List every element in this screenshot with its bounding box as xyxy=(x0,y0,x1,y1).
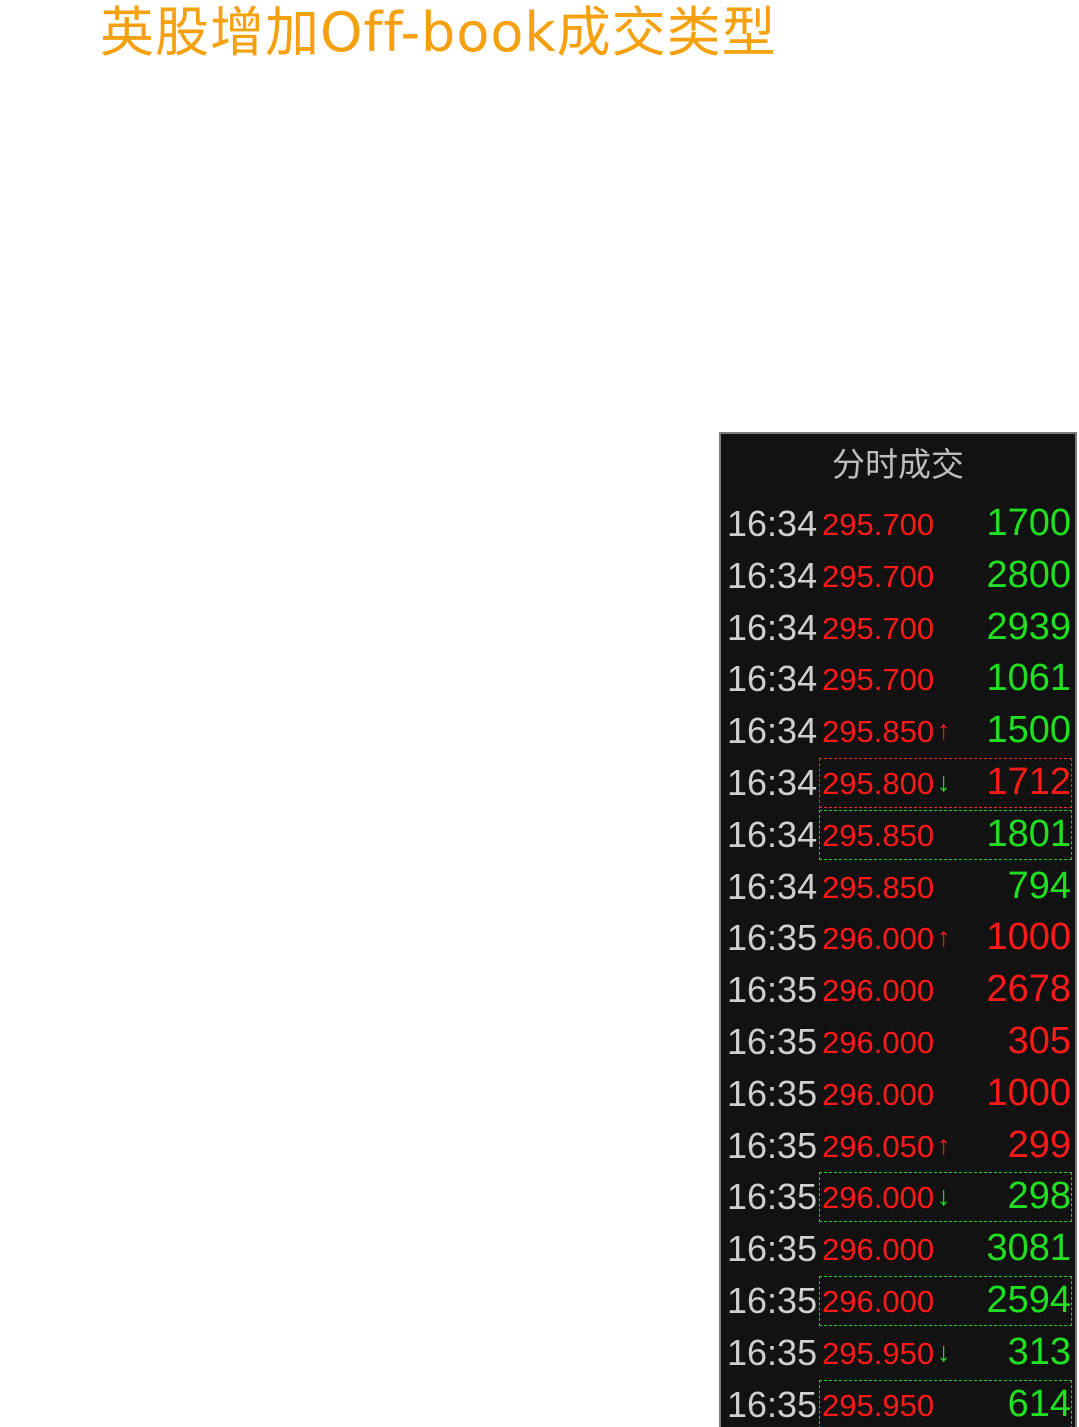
trade-volume: 1500 xyxy=(986,709,1071,752)
trade-volume: 1000 xyxy=(986,916,1071,959)
trade-price: 295.950 xyxy=(822,1387,935,1423)
trade-time: 16:34 xyxy=(727,658,818,700)
trade-time: 16:35 xyxy=(727,1072,818,1114)
trade-price: 295.850 xyxy=(822,714,935,750)
trade-price: 295.850 xyxy=(822,869,935,905)
trade-time: 16:34 xyxy=(727,710,818,752)
trade-row[interactable]: 16:35 295.950 614 xyxy=(721,1379,1075,1427)
trade-volume: 299 xyxy=(1007,1123,1071,1166)
arrow-up-icon: ↑ xyxy=(937,1129,951,1160)
trade-time: 16:35 xyxy=(727,1020,818,1062)
trade-price: 296.000 xyxy=(822,973,935,1009)
trade-volume: 3081 xyxy=(986,1227,1071,1270)
trade-volume: 1801 xyxy=(986,812,1071,855)
trade-price: 296.000 xyxy=(822,1024,935,1060)
trade-price: 296.000 xyxy=(822,1283,935,1319)
trade-time: 16:35 xyxy=(727,1228,818,1270)
trade-price: 295.800 xyxy=(822,765,935,801)
trade-row[interactable]: 16:34 295.800 ↓ 1712 xyxy=(721,757,1075,809)
trade-price: 295.950 xyxy=(822,1335,935,1371)
trade-row[interactable]: 16:35 296.000 305 xyxy=(721,1016,1075,1068)
trade-row[interactable]: 16:34 295.850 1801 xyxy=(721,809,1075,861)
trade-price: 295.700 xyxy=(822,610,935,646)
trade-volume: 1712 xyxy=(986,760,1071,803)
trade-volume: 1700 xyxy=(986,502,1071,544)
trade-volume: 2800 xyxy=(986,553,1071,596)
trade-price: 296.000 xyxy=(822,1076,935,1112)
trade-price: 296.050 xyxy=(822,1128,935,1164)
trade-time: 16:35 xyxy=(727,1176,818,1218)
trade-time: 16:34 xyxy=(727,606,818,648)
trade-time: 16:35 xyxy=(727,969,818,1011)
trade-row[interactable]: 16:34 295.850 794 xyxy=(721,861,1075,913)
trade-price: 295.850 xyxy=(822,817,935,853)
trade-volume: 2678 xyxy=(986,968,1071,1011)
arrow-up-icon: ↑ xyxy=(937,922,951,953)
trade-volume: 614 xyxy=(1007,1382,1071,1425)
page-title: 英股增加Off-book成交类型 xyxy=(100,1,777,64)
trade-volume: 1061 xyxy=(986,657,1071,700)
trade-price: 296.000 xyxy=(822,1232,935,1268)
panel-header: 分时成交 xyxy=(832,445,964,484)
trade-ticker-panel: 分时成交 16:34 295.700 1700 16:34 295.700 2800 16:… xyxy=(719,432,1077,1427)
trade-price: 295.700 xyxy=(822,662,935,698)
trade-volume: 794 xyxy=(1007,864,1071,907)
trade-price: 296.000 xyxy=(822,921,935,957)
arrow-down-icon: ↓ xyxy=(937,1336,951,1367)
trade-row[interactable]: 16:34 295.700 2800 xyxy=(721,550,1075,602)
trade-row[interactable]: 16:35 296.000 2594 xyxy=(721,1275,1075,1327)
trade-time: 16:35 xyxy=(727,1331,818,1373)
trade-time: 16:34 xyxy=(727,503,818,544)
trade-time: 16:35 xyxy=(727,1124,818,1166)
arrow-up-icon: ↑ xyxy=(937,715,951,746)
trade-row[interactable]: 16:34 295.850 ↑ 1500 xyxy=(721,705,1075,757)
trade-volume: 313 xyxy=(1007,1330,1071,1373)
trade-row[interactable]: 16:35 296.000 2678 xyxy=(721,964,1075,1016)
trade-time: 16:35 xyxy=(727,1383,818,1425)
trade-row[interactable]: 16:35 296.000 ↑ 1000 xyxy=(721,912,1075,964)
trade-time: 16:34 xyxy=(727,813,818,855)
trade-row[interactable]: 16:35 296.000 1000 xyxy=(721,1068,1075,1120)
trade-row[interactable]: 16:35 296.000 ↓ 298 xyxy=(721,1171,1075,1223)
trade-time: 16:34 xyxy=(727,761,818,803)
trade-time: 16:35 xyxy=(727,917,818,959)
trade-volume: 1000 xyxy=(986,1071,1071,1114)
arrow-down-icon: ↓ xyxy=(937,766,951,797)
trade-row[interactable]: 16:34 295.700 1700 xyxy=(721,498,1075,550)
trade-time: 16:34 xyxy=(727,865,818,907)
trade-row[interactable]: 16:35 296.000 3081 xyxy=(721,1223,1075,1275)
trade-time: 16:34 xyxy=(727,554,818,596)
trade-price: 295.700 xyxy=(822,558,935,594)
trade-price: 295.700 xyxy=(822,507,935,542)
trade-time: 16:35 xyxy=(727,1279,818,1321)
trade-volume: 2939 xyxy=(986,605,1071,648)
arrow-down-icon: ↓ xyxy=(937,1181,951,1212)
trade-price: 296.000 xyxy=(822,1180,935,1216)
trade-row[interactable]: 16:34 295.700 1061 xyxy=(721,653,1075,705)
trade-row[interactable]: 16:34 295.700 2939 xyxy=(721,602,1075,654)
trade-volume: 2594 xyxy=(986,1278,1071,1321)
trade-volume: 298 xyxy=(1007,1175,1071,1218)
trade-row[interactable]: 16:35 295.950 ↓ 313 xyxy=(721,1327,1075,1379)
trade-row[interactable]: 16:35 296.050 ↑ 299 xyxy=(721,1120,1075,1172)
trade-volume: 305 xyxy=(1007,1019,1071,1062)
trade-list[interactable]: 16:34 295.700 1700 16:34 295.700 2800 16:34 295… xyxy=(721,498,1075,1427)
